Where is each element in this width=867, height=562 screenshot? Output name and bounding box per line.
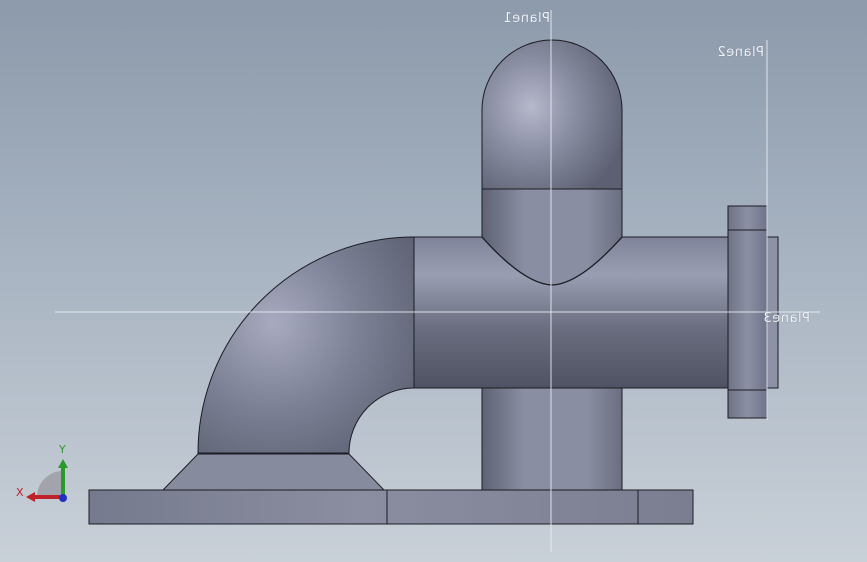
plane3-label[interactable]: Plane3	[763, 311, 810, 326]
triad-x-label: X	[16, 486, 24, 499]
plane2-label[interactable]: Plane2	[717, 45, 764, 60]
triad-y-arrow	[58, 459, 68, 468]
base-plate[interactable]	[88, 489, 694, 525]
coordinate-triad	[26, 459, 68, 502]
elbow-bend[interactable]	[197, 236, 415, 454]
plane1-label[interactable]: Plane1	[503, 11, 550, 26]
triad-quarter-disc	[37, 471, 63, 497]
graphics-viewport[interactable]: Plane1 Plane2 Plane3 Y X	[0, 0, 867, 562]
triad-y-label: Y	[59, 443, 66, 456]
part-model[interactable]	[0, 0, 867, 562]
triad-x-arrow	[26, 492, 35, 502]
lower-pipe[interactable]	[481, 384, 623, 491]
triad-z-axis	[59, 494, 67, 502]
elbow-foot[interactable]	[161, 453, 386, 491]
dome-cap[interactable]	[481, 39, 623, 190]
